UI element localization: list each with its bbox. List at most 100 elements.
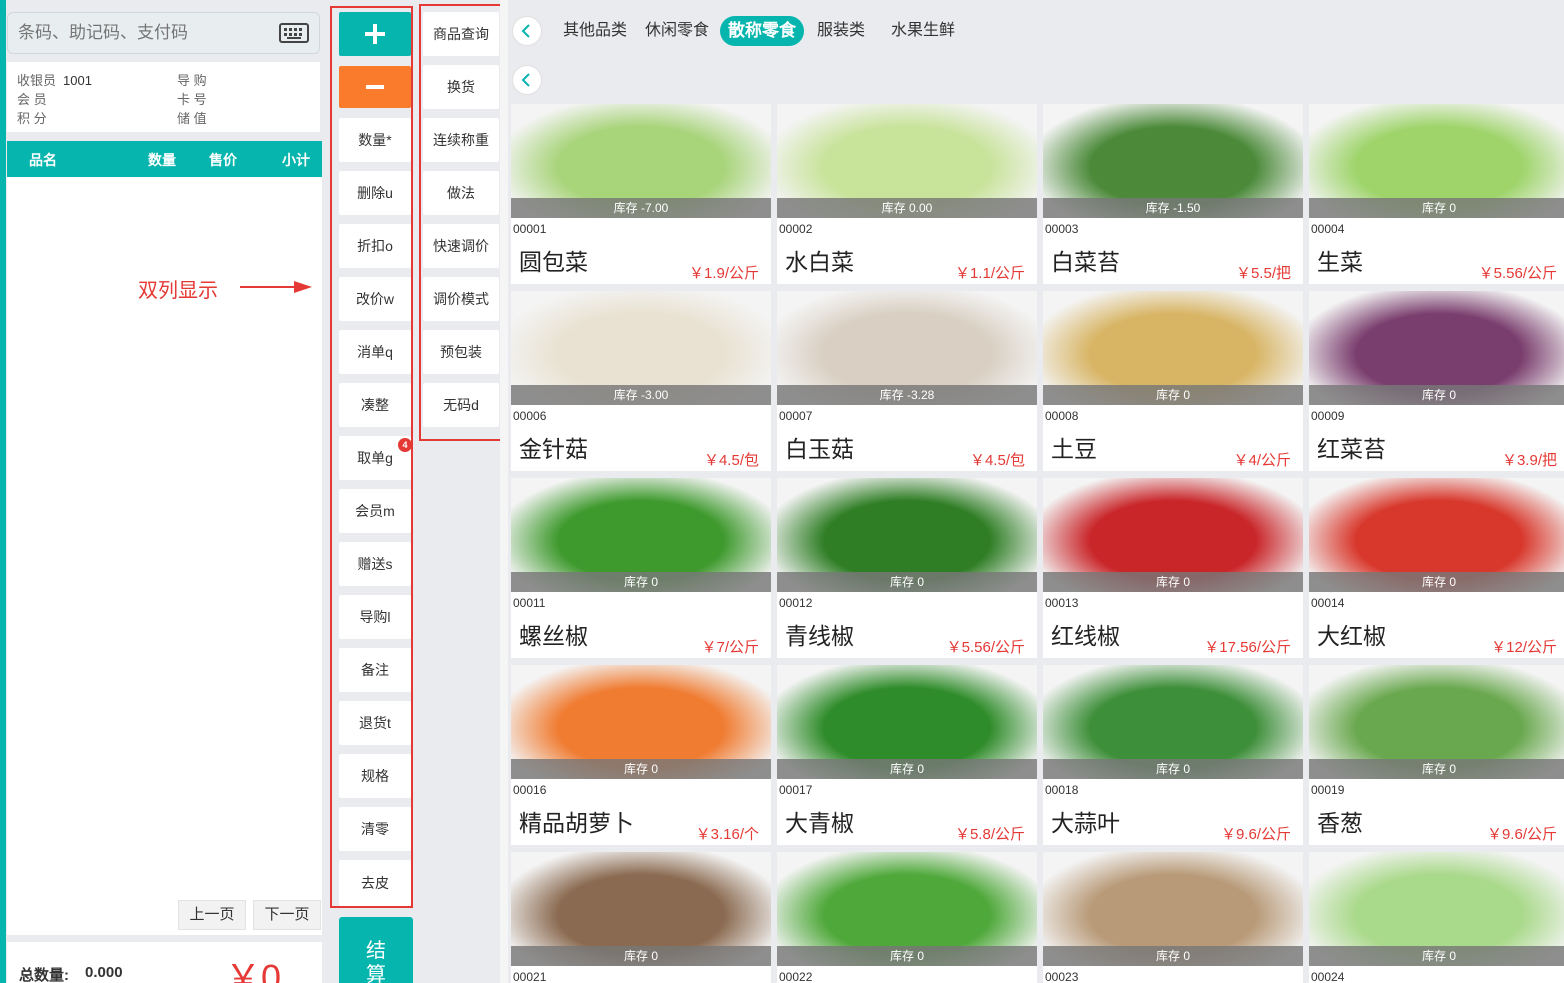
product-price: ￥7/公斤: [701, 639, 759, 656]
left-edge-bar: [0, 0, 6, 983]
function-button-10[interactable]: 导购l: [339, 595, 411, 639]
product-name: 土豆: [1051, 436, 1097, 462]
cashier-label: 收银员: [17, 73, 57, 88]
product-stock: 库存 0: [1043, 572, 1303, 592]
add-qty-button[interactable]: [339, 12, 411, 56]
prev-page-button[interactable]: 上一页: [178, 900, 246, 930]
product-card[interactable]: 库存 0 00021: [511, 852, 771, 983]
member-row: 会 员: [17, 91, 63, 109]
search-box[interactable]: [7, 12, 320, 54]
product-code: 00008: [1045, 409, 1079, 423]
product-price: ￥4.5/包: [703, 452, 759, 469]
product-price: ￥17.56/公斤: [1204, 639, 1291, 656]
product-card[interactable]: 库存 -7.00 00001 圆包菜 ￥1.9/公斤: [511, 104, 771, 284]
annotation-arrow-icon: [240, 281, 312, 293]
function-button-col2-4[interactable]: 做法: [423, 171, 499, 215]
product-card[interactable]: 库存 0 00014 大红椒 ￥12/公斤: [1309, 478, 1564, 658]
function-button-9[interactable]: 赠送s: [339, 542, 411, 586]
pending-orders-badge: 4: [398, 438, 412, 452]
function-button-1[interactable]: 数量*: [339, 118, 411, 162]
product-name: 白菜苔: [1051, 249, 1120, 275]
product-stock: 库存 -7.00: [511, 198, 771, 218]
product-stock: 库存 -3.28: [777, 385, 1037, 405]
category-tab-2[interactable]: 休闲零食: [645, 16, 709, 46]
function-button-14[interactable]: 清零: [339, 807, 411, 851]
keyboard-icon[interactable]: [279, 23, 309, 43]
product-card[interactable]: 库存 0 00011 螺丝椒 ￥7/公斤: [511, 478, 771, 658]
product-stock: 库存 -3.00: [511, 385, 771, 405]
summary-bar: 总数量: 0.000 ￥0: [7, 942, 322, 983]
col-header-price: 售价: [209, 152, 237, 168]
product-name: 红线椒: [1051, 623, 1120, 649]
guide-row: 导 购: [177, 72, 223, 90]
product-code: 00022: [779, 970, 813, 983]
minus-qty-button[interactable]: [339, 66, 411, 108]
product-stock: 库存 0: [511, 946, 771, 966]
col-header-name: 品名: [29, 152, 57, 168]
function-button-11[interactable]: 备注: [339, 648, 411, 692]
product-card[interactable]: 库存 0 00023: [1043, 852, 1303, 983]
function-button-col2-6[interactable]: 调价模式: [423, 277, 499, 321]
category-tab-4[interactable]: 服装类: [817, 16, 865, 46]
function-button-col2-2[interactable]: 换货: [423, 65, 499, 109]
product-name: 香葱: [1317, 810, 1363, 836]
product-stock: 库存 0.00: [777, 198, 1037, 218]
minus-icon: [366, 85, 384, 89]
product-card[interactable]: 库存 0 00009 红菜苔 ￥3.9/把: [1309, 291, 1564, 471]
product-card[interactable]: 库存 0 00018 大蒜叶 ￥9.6/公斤: [1043, 665, 1303, 845]
category-tab-5[interactable]: 水果生鲜: [891, 16, 955, 46]
product-stock: 库存 0: [1043, 946, 1303, 966]
product-card[interactable]: 库存 0 00016 精品胡萝卜 ￥3.16/个: [511, 665, 771, 845]
product-card[interactable]: 库存 0 00017 大青椒 ￥5.8/公斤: [777, 665, 1037, 845]
subcategory-back-button[interactable]: [512, 65, 542, 95]
product-card[interactable]: 库存 -1.50 00003 白菜苔 ￥5.5/把: [1043, 104, 1303, 284]
search-input[interactable]: [8, 13, 268, 53]
product-code: 00006: [513, 409, 547, 423]
product-stock: 库存 0: [511, 572, 771, 592]
product-card[interactable]: 库存 -3.00 00006 金针菇 ￥4.5/包: [511, 291, 771, 471]
product-card[interactable]: 库存 0 00019 香葱 ￥9.6/公斤: [1309, 665, 1564, 845]
function-button-8[interactable]: 会员m: [339, 489, 411, 533]
function-button-col2-1[interactable]: 商品查询: [423, 12, 499, 56]
product-code: 00014: [1311, 596, 1345, 610]
product-name: 精品胡萝卜: [519, 810, 634, 836]
category-tab-1[interactable]: 其他品类: [563, 16, 627, 46]
function-button-2[interactable]: 删除u: [339, 171, 411, 215]
product-name: 螺丝椒: [519, 623, 588, 649]
function-button-13[interactable]: 规格: [339, 754, 411, 798]
product-card[interactable]: 库存 0 00004 生菜 ￥5.56/公斤: [1309, 104, 1564, 284]
product-name: 大青椒: [785, 810, 854, 836]
function-button-6[interactable]: 凑整: [339, 383, 411, 427]
product-card[interactable]: 库存 0 00008 土豆 ￥4/公斤: [1043, 291, 1303, 471]
function-button-3[interactable]: 折扣o: [339, 224, 411, 268]
cashier-value: 1001: [63, 73, 92, 88]
function-button-col2-3[interactable]: 连续称重: [423, 118, 499, 162]
product-card[interactable]: 库存 0 00024: [1309, 852, 1564, 983]
info-box: 收银员 1001 会 员 积 分 导 购 卡 号 储 值: [7, 62, 320, 132]
product-price: ￥5.56/公斤: [946, 639, 1025, 656]
product-stock: 库存 0: [777, 946, 1037, 966]
category-back-button[interactable]: [512, 16, 542, 46]
total-amount: ￥0: [225, 957, 282, 983]
category-tab-3[interactable]: 散称零食: [720, 16, 804, 46]
product-code: 00019: [1311, 783, 1345, 797]
product-code: 00021: [513, 970, 547, 983]
function-button-4[interactable]: 改价w: [339, 277, 411, 321]
function-button-5[interactable]: 消单q: [339, 330, 411, 374]
product-card[interactable]: 库存 0 00012 青线椒 ￥5.56/公斤: [777, 478, 1037, 658]
function-button-col2-7[interactable]: 预包装: [423, 330, 499, 374]
function-button-col2-8[interactable]: 无码d: [423, 383, 499, 427]
product-card[interactable]: 库存 -3.28 00007 白玉菇 ￥4.5/包: [777, 291, 1037, 471]
checkout-button[interactable]: 结算: [339, 917, 413, 983]
product-card[interactable]: 库存 0 00022: [777, 852, 1037, 983]
product-card[interactable]: 库存 0.00 00002 水白菜 ￥1.1/公斤: [777, 104, 1037, 284]
function-button-15[interactable]: 去皮: [339, 860, 411, 906]
product-price: ￥4.5/包: [969, 452, 1025, 469]
product-name: 白玉菇: [785, 436, 854, 462]
next-page-button[interactable]: 下一页: [253, 900, 321, 930]
product-code: 00001: [513, 222, 547, 236]
function-button-col2-5[interactable]: 快速调价: [423, 224, 499, 268]
product-card[interactable]: 库存 0 00013 红线椒 ￥17.56/公斤: [1043, 478, 1303, 658]
function-button-12[interactable]: 退货t: [339, 701, 411, 745]
product-code: 00002: [779, 222, 813, 236]
